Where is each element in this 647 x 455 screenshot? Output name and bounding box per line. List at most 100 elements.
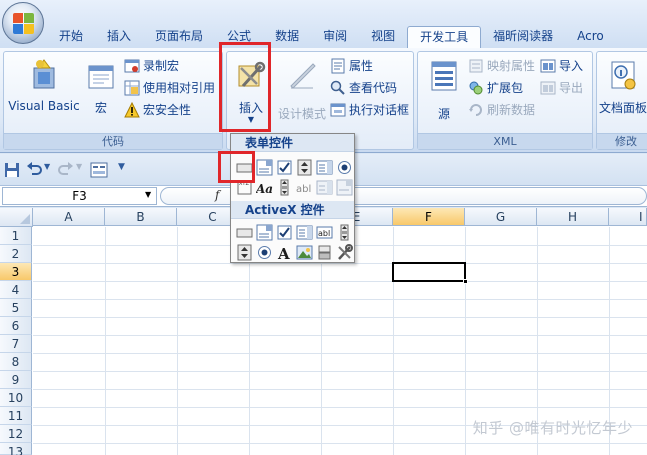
- tab-review[interactable]: 审阅: [311, 26, 359, 48]
- run-dialog-button[interactable]: 执行对话框: [330, 100, 409, 120]
- activex-combo-box-icon[interactable]: [256, 224, 273, 241]
- select-all-icon: [20, 214, 30, 224]
- document-panel-button[interactable]: 文档面板: [599, 58, 647, 116]
- activex-scroll-bar-icon[interactable]: [336, 224, 353, 241]
- tab-foxit-reader[interactable]: 福昕阅读器: [481, 26, 565, 48]
- row-header-9[interactable]: 9: [0, 371, 32, 389]
- save-icon[interactable]: [4, 162, 20, 178]
- grid-line: [33, 353, 647, 354]
- column-header-b[interactable]: B: [105, 208, 177, 226]
- form-text-field-icon[interactable]: abl: [296, 179, 313, 196]
- grid-line: [33, 317, 647, 318]
- form-combo-box-icon[interactable]: [256, 159, 273, 176]
- form-spin-button-icon[interactable]: [296, 159, 313, 176]
- visual-basic-button[interactable]: Visual Basic: [8, 58, 80, 113]
- activex-more-controls-icon[interactable]: [336, 244, 353, 261]
- select-all-corner[interactable]: [0, 208, 33, 227]
- column-header-i[interactable]: I: [609, 208, 647, 226]
- document-panel-icon: [611, 61, 636, 90]
- grid-line: [33, 389, 647, 390]
- macros-label: 宏: [94, 101, 107, 115]
- record-macro-button[interactable]: 录制宏: [124, 56, 179, 76]
- function-icon[interactable]: f: [215, 188, 219, 202]
- activex-list-box-icon[interactable]: [296, 224, 313, 241]
- tab-view[interactable]: 视图: [359, 26, 407, 48]
- grid-line: [33, 407, 647, 408]
- design-mode-icon: [290, 63, 316, 89]
- redo-icon[interactable]: [58, 162, 74, 178]
- activex-option-button-icon[interactable]: [256, 244, 273, 261]
- activex-checkbox-icon[interactable]: [276, 224, 293, 241]
- expansion-packs-label: 扩展包: [487, 81, 524, 95]
- row-header-13[interactable]: 13: [0, 443, 32, 455]
- macros-icon: [88, 65, 114, 89]
- row-header-5[interactable]: 5: [0, 299, 32, 317]
- undo-icon[interactable]: [26, 162, 42, 178]
- activex-button-icon[interactable]: [236, 224, 253, 241]
- redo-dropdown-icon[interactable]: ▼: [76, 162, 82, 171]
- activex-toggle-button-icon[interactable]: [316, 244, 333, 261]
- office-button[interactable]: [2, 2, 44, 44]
- view-code-button[interactable]: 查看代码: [330, 78, 397, 98]
- row-header-2[interactable]: 2: [0, 245, 32, 263]
- activex-text-box-icon[interactable]: abl: [316, 224, 333, 241]
- activex-image-icon[interactable]: [296, 244, 313, 261]
- record-macro-icon: [124, 59, 140, 73]
- row-header-10[interactable]: 10: [0, 389, 32, 407]
- selected-cell-f3[interactable]: [392, 262, 468, 284]
- relative-reference-label: 使用相对引用: [143, 81, 216, 95]
- tab-insert[interactable]: 插入: [95, 26, 143, 48]
- row-header-1[interactable]: 1: [0, 227, 32, 245]
- row-header-3[interactable]: 3: [0, 263, 32, 281]
- form-label-icon[interactable]: Aa: [256, 179, 273, 196]
- import-button[interactable]: 导入: [540, 56, 583, 76]
- row-header-6[interactable]: 6: [0, 317, 32, 335]
- design-mode-label: 设计模式: [277, 107, 326, 121]
- macros-button[interactable]: 宏: [84, 58, 118, 116]
- office-logo-icon: [13, 13, 35, 35]
- undo-dropdown-icon[interactable]: ▼: [44, 162, 50, 171]
- activex-spin-button-icon[interactable]: [236, 244, 253, 261]
- form-icon[interactable]: [90, 162, 108, 178]
- row-header-4[interactable]: 4: [0, 281, 32, 299]
- source-button[interactable]: 源: [424, 58, 464, 122]
- name-box[interactable]: F3: [2, 187, 157, 205]
- form-option-button-icon[interactable]: [336, 159, 353, 176]
- export-icon: [540, 81, 556, 95]
- tab-acrobat[interactable]: Acro: [565, 26, 616, 48]
- form-checkbox-icon[interactable]: [276, 159, 293, 176]
- column-header-a[interactable]: A: [33, 208, 105, 226]
- document-panel-label: 文档面板: [599, 101, 647, 115]
- column-header-f[interactable]: F: [393, 208, 465, 226]
- activex-label-icon[interactable]: A: [276, 244, 293, 261]
- export-button[interactable]: 导出: [540, 78, 583, 98]
- refresh-data-button[interactable]: 刷新数据: [468, 100, 535, 120]
- form-combo-list-edit-icon[interactable]: [316, 179, 333, 196]
- macro-security-button[interactable]: 宏安全性: [124, 100, 191, 120]
- form-scroll-bar-icon[interactable]: [276, 179, 293, 196]
- row-header-7[interactable]: 7: [0, 335, 32, 353]
- form-button-highlight-box: [218, 151, 255, 183]
- expansion-packs-button[interactable]: 扩展包: [468, 78, 523, 98]
- visual-basic-icon: [33, 59, 55, 89]
- tab-page-layout[interactable]: 页面布局: [143, 26, 215, 48]
- view-code-label: 查看代码: [349, 81, 398, 95]
- form-list-box-icon[interactable]: [316, 159, 333, 176]
- map-properties-button[interactable]: 映射属性: [468, 56, 535, 76]
- properties-button[interactable]: 属性: [330, 56, 373, 76]
- row-header-11[interactable]: 11: [0, 407, 32, 425]
- export-label: 导出: [559, 81, 584, 95]
- properties-icon: [331, 58, 345, 74]
- tab-home[interactable]: 开始: [47, 26, 95, 48]
- fill-handle[interactable]: [463, 279, 468, 284]
- design-mode-button[interactable]: 设计模式: [277, 58, 327, 122]
- column-header-h[interactable]: H: [537, 208, 609, 226]
- row-header-8[interactable]: 8: [0, 353, 32, 371]
- customize-toolbar-icon[interactable]: ▼: [118, 162, 125, 172]
- form-combo-drop-down-edit-icon[interactable]: [336, 179, 353, 196]
- name-box-dropdown-icon[interactable]: ▼: [145, 190, 151, 199]
- row-header-12[interactable]: 12: [0, 425, 32, 443]
- relative-reference-button[interactable]: 使用相对引用: [124, 78, 215, 98]
- column-header-g[interactable]: G: [465, 208, 537, 226]
- tab-developer[interactable]: 开发工具: [407, 26, 482, 48]
